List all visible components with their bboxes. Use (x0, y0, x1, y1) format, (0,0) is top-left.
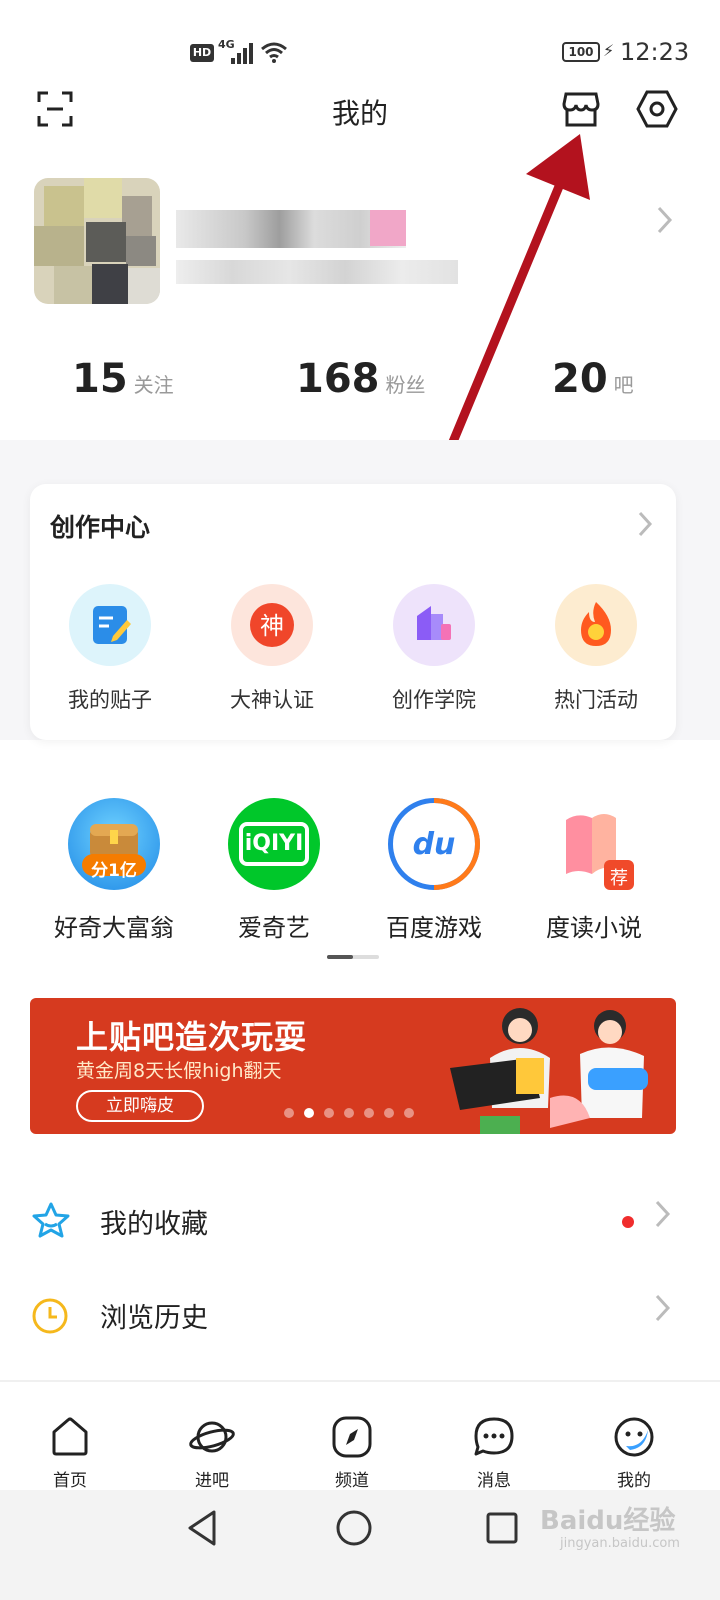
tab-me[interactable]: 我的 (584, 1416, 684, 1491)
watermark-url: jingyan.baidu.com (560, 1536, 680, 1551)
book-icon: 荐 (548, 798, 640, 890)
flame-icon (555, 584, 637, 666)
apps-pager (327, 955, 379, 959)
creation-item-academy[interactable]: 创作学院 (354, 584, 514, 714)
edit-note-icon (69, 584, 151, 666)
god-badge-icon: 神 (231, 584, 313, 666)
home-icon (52, 1417, 88, 1456)
tab-channel[interactable]: 频道 (302, 1416, 402, 1491)
svg-text:神: 神 (260, 612, 284, 640)
compass-icon (332, 1416, 372, 1458)
user-bio-blurred (176, 260, 458, 284)
list-item-favorites[interactable]: 我的收藏 (0, 1176, 720, 1268)
profile-chevron-icon[interactable] (654, 204, 674, 240)
banner-illustration (450, 1008, 648, 1134)
promo-banner[interactable]: 上贴吧造次玩耍 黄金周8天长假high翻天 立即嗨皮 (30, 998, 676, 1134)
academy-icon (393, 584, 475, 666)
app-novel[interactable]: 荐 度读小说 (514, 798, 674, 943)
app-treasure[interactable]: 分1亿 好奇大富翁 (34, 798, 194, 943)
signal-icon (231, 43, 253, 64)
tab-messages[interactable]: 消息 (444, 1416, 544, 1491)
divider (0, 1380, 720, 1382)
settings-icon[interactable] (634, 86, 680, 132)
unread-dot (622, 1216, 634, 1228)
annotation-arrow (433, 134, 590, 483)
banner-title: 上贴吧造次玩耍 (76, 1018, 308, 1056)
star-icon (32, 1202, 70, 1238)
clock: 12:23 (620, 38, 690, 66)
clock-icon (32, 1298, 68, 1334)
tab-home[interactable]: 首页 (20, 1416, 120, 1491)
status-bar: HD 4G 100 ⚡ 12:23 (0, 0, 720, 80)
hd-indicator: HD (190, 44, 214, 62)
avatar[interactable] (34, 178, 160, 304)
profile-face-icon (614, 1417, 654, 1457)
iqiyi-icon: iQIYI (228, 798, 320, 890)
back-icon[interactable] (184, 1508, 220, 1548)
creation-item-hot-events[interactable]: 热门活动 (516, 584, 676, 714)
home-circle-icon[interactable] (334, 1508, 374, 1548)
baidu-game-icon: du (388, 798, 480, 890)
banner-subtitle: 黄金周8天长假high翻天 (76, 1060, 282, 1082)
stat-following[interactable]: 15 关注 (72, 356, 174, 402)
user-level-badge (370, 210, 406, 246)
treasure-badge: 分1亿 (91, 861, 137, 881)
watermark-logo: Baidu经验 (540, 1506, 676, 1536)
recommend-badge: 荐 (610, 868, 628, 889)
tab-bars[interactable]: 进吧 (162, 1416, 262, 1491)
banner-dots (284, 1108, 414, 1118)
recents-icon[interactable] (484, 1510, 520, 1546)
app-baidu-game[interactable]: du 百度游戏 (354, 798, 514, 943)
creation-item-my-posts[interactable]: 我的贴子 (30, 584, 190, 714)
stat-followers[interactable]: 168 粉丝 (296, 356, 426, 402)
battery-indicator: 100 (562, 42, 600, 62)
chevron-right-icon (655, 1200, 671, 1228)
treasure-chest-icon: 分1亿 (68, 798, 160, 890)
list-item-history[interactable]: 浏览历史 (0, 1270, 720, 1362)
banner-cta-button[interactable]: 立即嗨皮 (76, 1090, 204, 1122)
wifi-icon (261, 42, 287, 63)
creation-center-chevron-icon[interactable] (636, 510, 654, 542)
creation-center-title: 创作中心 (50, 513, 151, 542)
charging-icon: ⚡ (603, 41, 615, 60)
message-icon (474, 1417, 514, 1456)
planet-icon (189, 1421, 235, 1453)
chevron-right-icon (655, 1294, 671, 1322)
app-iqiyi[interactable]: iQIYI 爱奇艺 (194, 798, 354, 943)
creation-item-god-cert[interactable]: 神 大神认证 (192, 584, 352, 714)
